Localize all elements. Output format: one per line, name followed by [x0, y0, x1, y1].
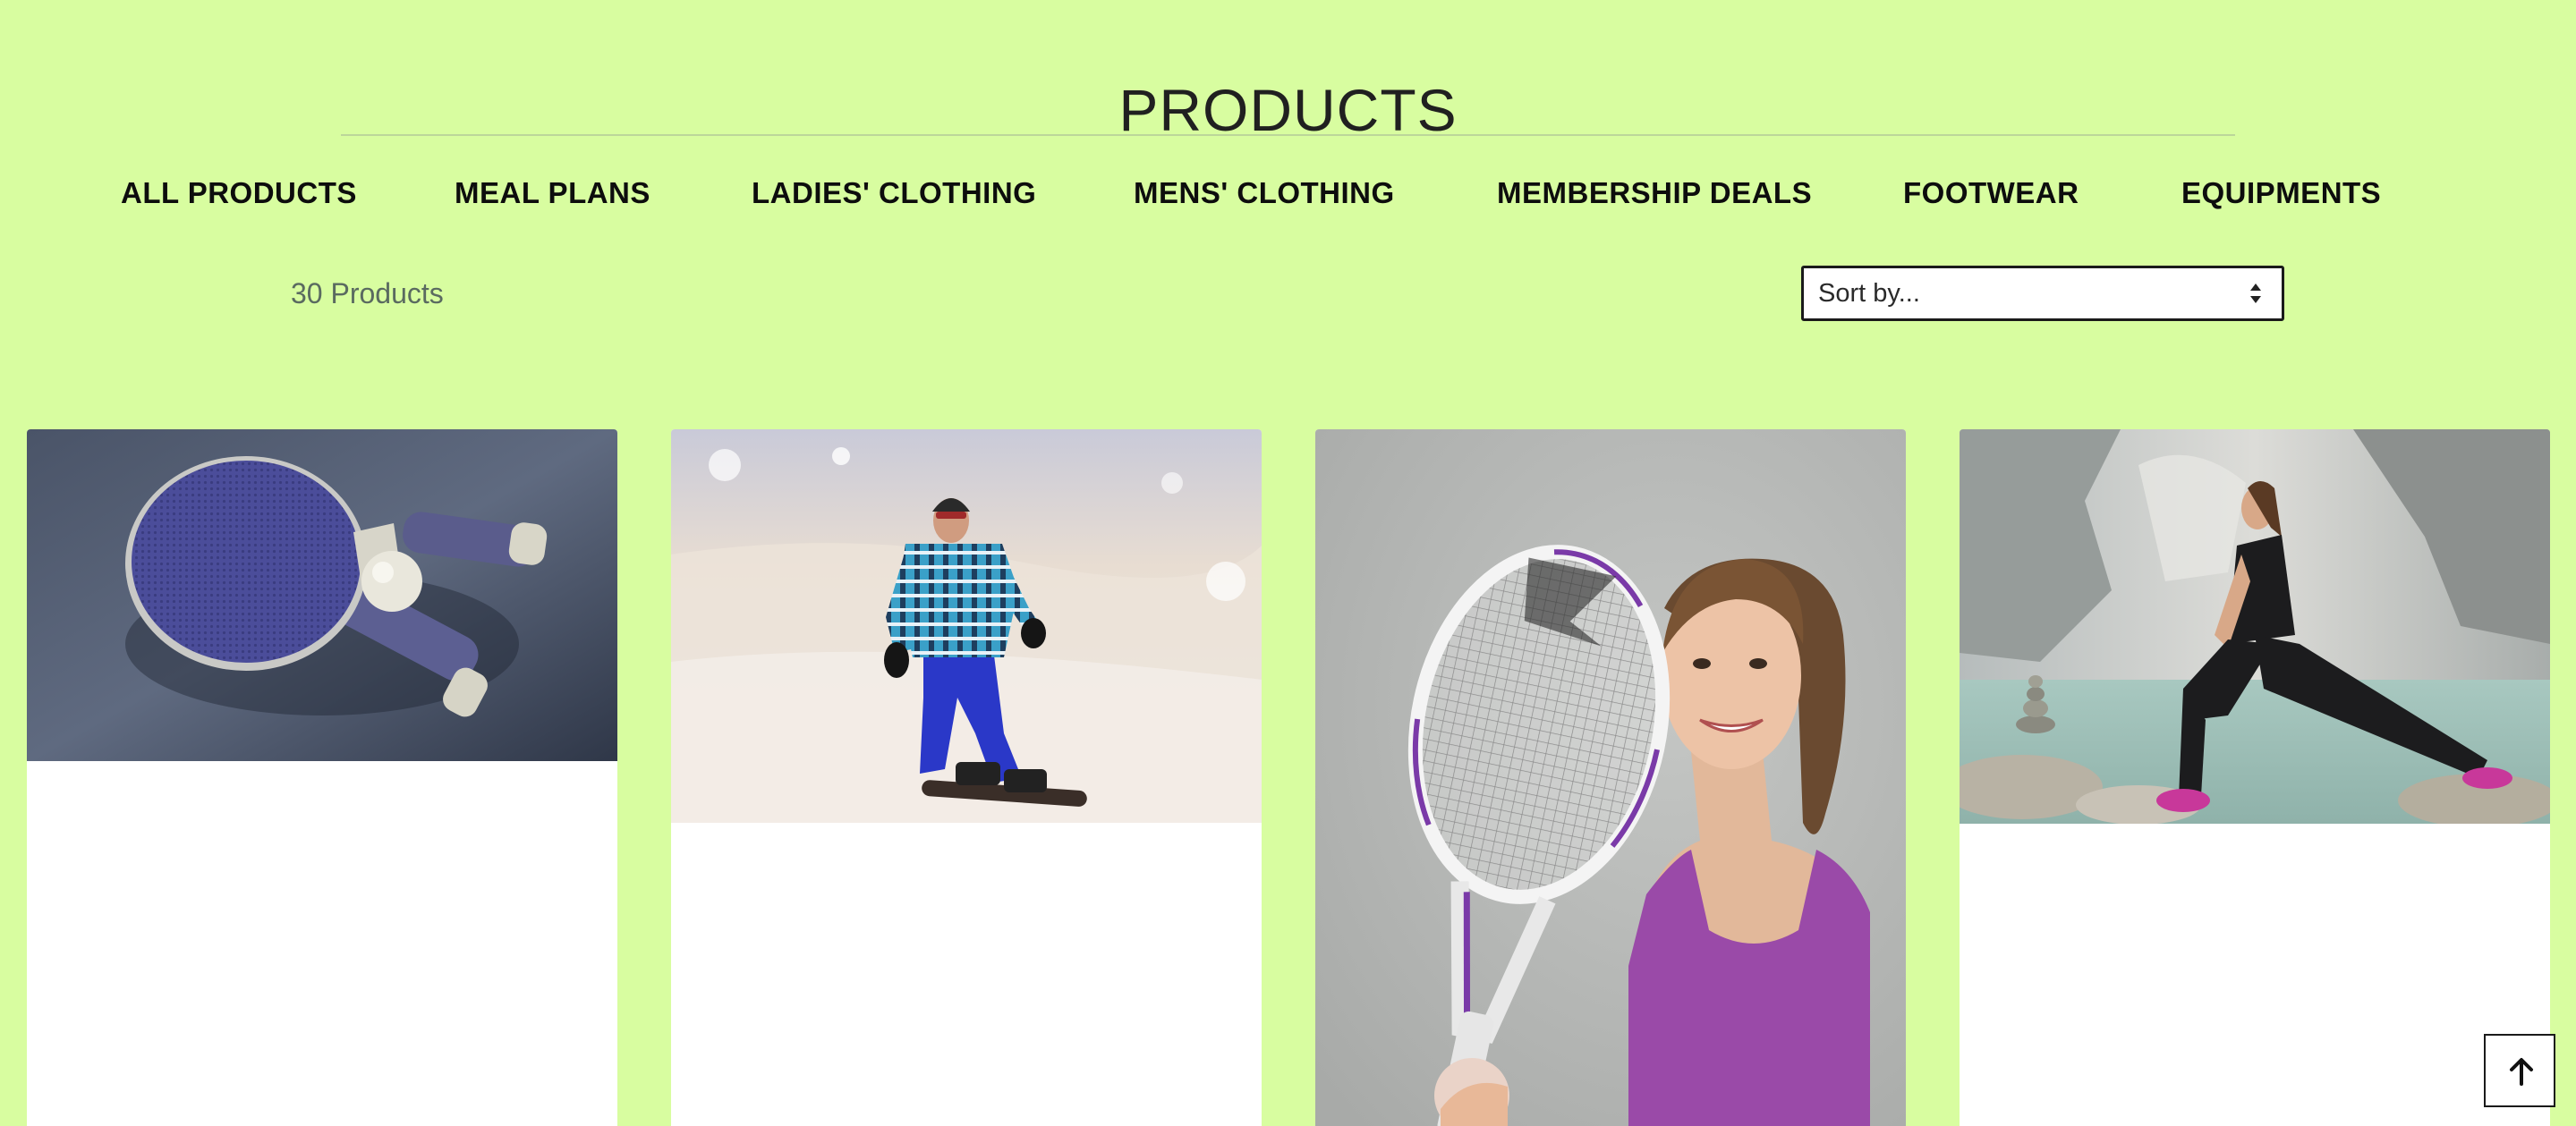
product-card[interactable]	[671, 429, 1262, 1126]
arrow-up-icon	[2510, 1058, 2533, 1086]
product-card[interactable]	[1960, 429, 2550, 1126]
scroll-to-top-button[interactable]	[2484, 1034, 2555, 1107]
sort-select-value: Sort by...	[1818, 279, 1920, 308]
nav-item-mens-clothing[interactable]: MENS' CLOTHING	[1134, 170, 1395, 216]
product-card[interactable]	[27, 429, 617, 1126]
product-image-ping-pong-paddles[interactable]	[27, 429, 617, 761]
nav-item-footwear[interactable]: FOOTWEAR	[1903, 170, 2079, 216]
nav-item-meal-plans[interactable]: MEAL PLANS	[455, 170, 650, 216]
product-image-tennis-player[interactable]	[1315, 429, 1906, 1126]
product-image-woman-stretching[interactable]	[1960, 429, 2550, 824]
nav-item-equipments[interactable]: EQUIPMENTS	[2181, 170, 2381, 216]
title-divider	[341, 134, 2235, 136]
select-arrows-icon	[2249, 282, 2262, 305]
nav-item-ladies-clothing[interactable]: LADIES' CLOTHING	[752, 170, 1036, 216]
category-nav: ALL PRODUCTS MEAL PLANS LADIES' CLOTHING…	[0, 170, 2576, 216]
product-card[interactable]	[1315, 429, 1906, 1126]
nav-item-membership-deals[interactable]: MEMBERSHIP DEALS	[1497, 170, 1812, 216]
product-count: 30 Products	[291, 277, 444, 309]
nav-item-all-products[interactable]: ALL PRODUCTS	[121, 170, 357, 216]
sort-select[interactable]: Sort by...	[1801, 266, 2284, 321]
product-image-snowboarder[interactable]	[671, 429, 1262, 823]
